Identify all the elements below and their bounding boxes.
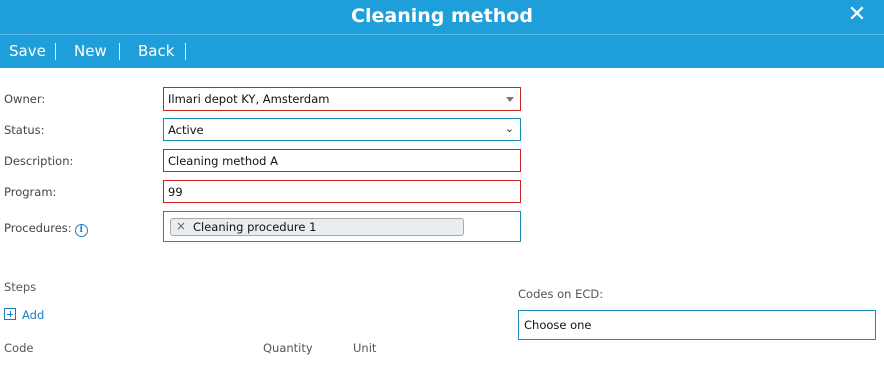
info-icon[interactable]: i: [74, 224, 88, 237]
save-button[interactable]: Save: [9, 42, 46, 60]
procedure-tag: × Cleaning procedure 1: [170, 218, 464, 236]
ecd-label: Codes on ECD:: [518, 287, 604, 301]
description-field[interactable]: Cleaning method A: [163, 149, 521, 172]
caret-down-icon: [506, 97, 514, 102]
steps-heading: Steps: [4, 280, 37, 294]
close-icon[interactable]: ✕: [847, 4, 867, 26]
owner-label: Owner:: [4, 92, 46, 106]
back-button[interactable]: Back: [138, 42, 174, 60]
toolbar: Save New Back: [0, 34, 884, 68]
new-button[interactable]: New: [74, 42, 107, 60]
window-title: Cleaning method: [351, 5, 533, 27]
add-step-button[interactable]: Add: [4, 308, 44, 322]
description-label: Description:: [4, 154, 74, 168]
column-header-code: Code: [4, 341, 34, 355]
title-bar: Cleaning method ✕: [0, 0, 884, 34]
procedures-label-row: Procedures: i: [4, 221, 88, 237]
ecd-select[interactable]: Choose one: [518, 310, 876, 340]
add-label: Add: [22, 308, 45, 322]
procedures-label: Procedures:: [4, 221, 72, 235]
status-label: Status:: [4, 123, 45, 137]
status-value: Active: [168, 123, 204, 137]
toolbar-divider: [55, 43, 56, 60]
toolbar-divider: [185, 43, 186, 60]
remove-tag-icon[interactable]: ×: [176, 219, 186, 233]
ecd-value: Choose one: [524, 318, 592, 332]
owner-select[interactable]: Ilmari depot KY, Amsterdam: [163, 87, 521, 111]
owner-value: Ilmari depot KY, Amsterdam: [168, 92, 330, 106]
column-header-quantity: Quantity: [263, 341, 313, 355]
chevron-down-icon: ⌄: [504, 122, 514, 135]
status-select[interactable]: Active ⌄: [163, 118, 521, 141]
program-field[interactable]: 99: [163, 180, 521, 203]
procedures-multiselect[interactable]: × Cleaning procedure 1: [163, 211, 521, 242]
plus-icon: [4, 308, 16, 320]
procedure-tag-label: Cleaning procedure 1: [193, 220, 317, 234]
program-value: 99: [168, 185, 183, 199]
column-header-unit: Unit: [353, 341, 377, 355]
toolbar-divider: [119, 43, 120, 60]
program-label: Program:: [4, 185, 57, 199]
description-value: Cleaning method A: [168, 154, 279, 168]
